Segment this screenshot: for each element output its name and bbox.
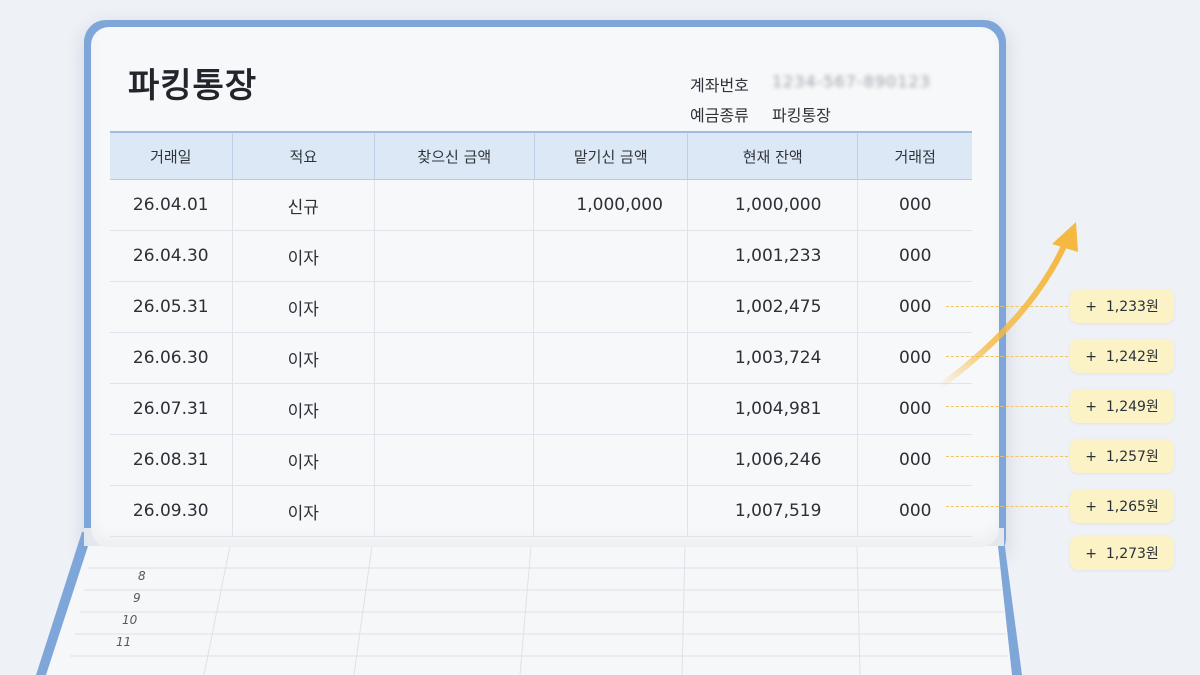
interest-chip: + 1,265원 xyxy=(1070,489,1174,523)
interest-chip: + 1,257원 xyxy=(1070,439,1174,473)
interest-chip: + 1,273원 xyxy=(1070,536,1174,570)
interest-chip: + 1,242원 xyxy=(1070,339,1174,373)
interest-chip: + 1,249원 xyxy=(1070,389,1174,423)
arrow-up-right-icon xyxy=(935,222,1078,391)
interest-chip: + 1,233원 xyxy=(1070,289,1174,323)
